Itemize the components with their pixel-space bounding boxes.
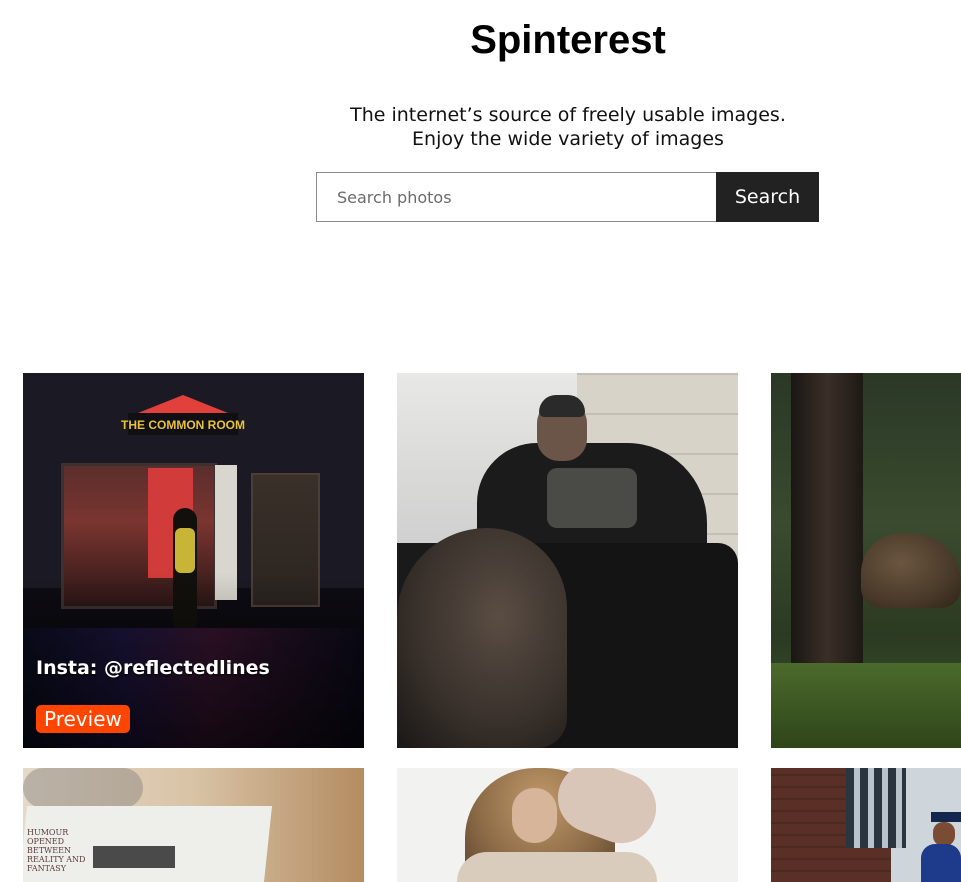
shoe-foreground xyxy=(397,528,567,748)
search-bar: Search xyxy=(316,172,819,222)
graduate-face xyxy=(933,822,955,846)
man-beanie xyxy=(539,395,585,417)
woman-top xyxy=(457,852,657,882)
storefront-sign: THE COMMON ROOM xyxy=(121,395,245,435)
building-windows xyxy=(846,768,906,848)
woman-face xyxy=(512,788,557,843)
search-input[interactable] xyxy=(316,172,716,222)
photo-card-bear-forest[interactable] xyxy=(771,373,961,748)
sign-text: THE COMMON ROOM xyxy=(121,418,245,432)
search-button[interactable]: Search xyxy=(716,172,819,222)
tagline-line-1: The internet’s source of freely usable i… xyxy=(350,104,786,126)
man-shirt xyxy=(547,468,637,528)
blurred-hand xyxy=(23,768,143,808)
photo-card-graduate[interactable] xyxy=(771,768,961,882)
page-title: Spinterest xyxy=(470,18,666,62)
tagline: The internet’s source of freely usable i… xyxy=(0,103,961,151)
photo-credit: Insta: @reflectedlines xyxy=(36,657,270,679)
person-yellow-coat xyxy=(175,528,195,573)
newspaper-headline: HUMOUR OPENED BETWEEN REALITY AND FANTAS… xyxy=(27,828,86,873)
photo-card-man-low-angle[interactable] xyxy=(397,373,738,748)
graduation-gown xyxy=(921,844,961,882)
tagline-line-2: Enjoy the wide variety of images xyxy=(412,128,724,150)
graduation-cap xyxy=(931,812,961,822)
newspaper-photo-strip xyxy=(93,846,175,868)
bear xyxy=(861,533,961,608)
photo-card-woman[interactable] xyxy=(397,768,738,882)
preview-button[interactable]: Preview xyxy=(36,705,130,733)
photo-card-newspaper[interactable]: HUMOUR OPENED BETWEEN REALITY AND FANTAS… xyxy=(23,768,364,882)
photo-card-storefront[interactable]: THE COMMON ROOM Insta: @reflectedlines P… xyxy=(23,373,364,748)
mossy-ground xyxy=(771,663,961,748)
